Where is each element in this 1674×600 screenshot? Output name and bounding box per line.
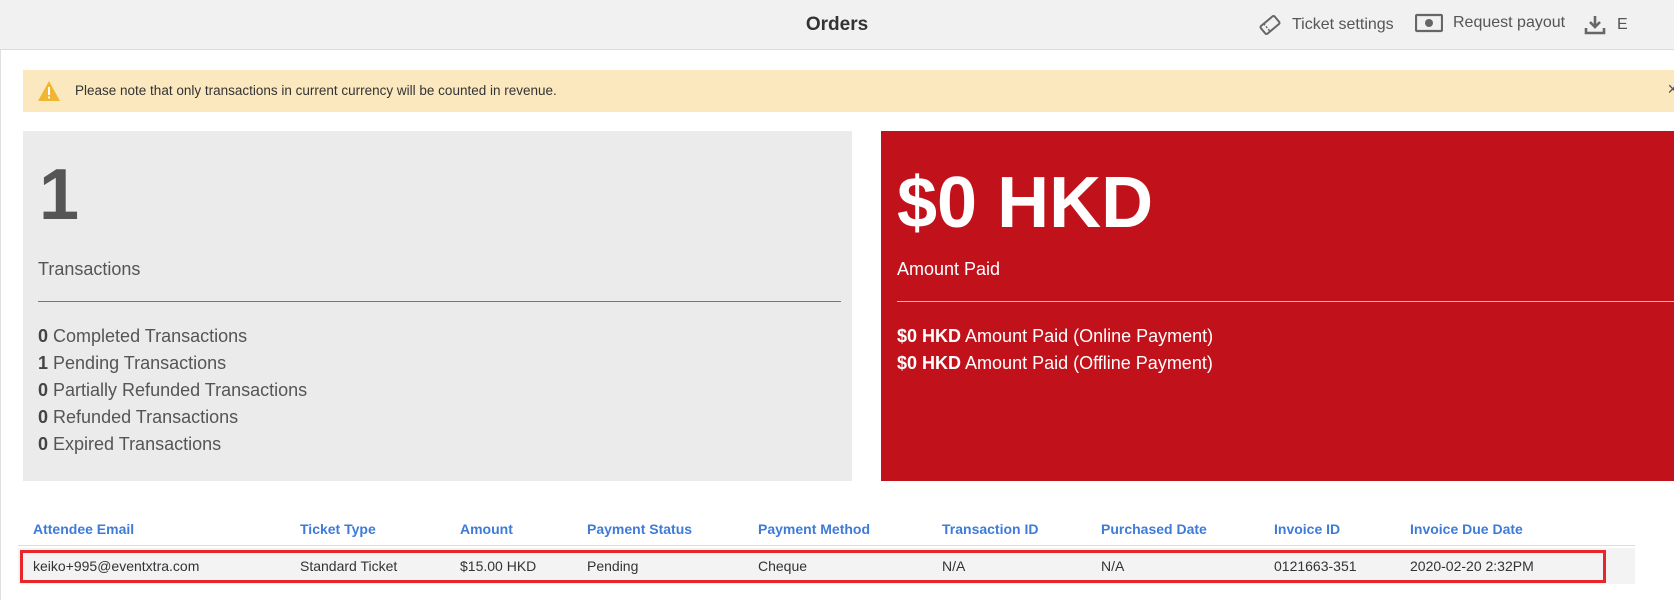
cell-payment-method: Cheque (758, 558, 808, 574)
column-header-transaction-id[interactable]: Transaction ID (942, 521, 1038, 537)
cell-ticket-type: Standard Ticket (300, 558, 398, 574)
column-header-purchased-date[interactable]: Purchased Date (1101, 521, 1207, 537)
partially-refunded-count: 0 (38, 380, 49, 400)
cell-amount: $15.00 HKD (460, 558, 537, 574)
list-item: 0 Expired Transactions (38, 431, 307, 458)
cell-transaction-id: N/A (942, 558, 966, 574)
cell-payment-status: Pending (587, 558, 639, 574)
top-bar: Orders Ticket settings Request payout E (0, 0, 1674, 50)
amount-paid-label: Amount Paid (897, 259, 1001, 279)
pending-label: Pending Transactions (53, 353, 227, 373)
pending-count: 1 (38, 353, 49, 373)
divider (897, 301, 1674, 302)
cell-purchased-date: N/A (1101, 558, 1125, 574)
offline-amount: $0 HKD (897, 353, 962, 373)
column-header-attendee-email[interactable]: Attendee Email (33, 521, 134, 537)
divider (38, 301, 841, 302)
list-item: 0 Partially Refunded Transactions (38, 377, 307, 404)
warning-icon (37, 80, 61, 107)
offline-label: Amount Paid (Offline Payment) (965, 353, 1213, 373)
cell-attendee-email: keiko+995@eventxtra.com (33, 558, 200, 574)
online-amount: $0 HKD (897, 326, 962, 346)
column-header-invoice-id[interactable]: Invoice ID (1274, 521, 1340, 537)
partially-refunded-label: Partially Refunded Transactions (53, 380, 308, 400)
column-header-payment-status[interactable]: Payment Status (587, 521, 692, 537)
column-header-ticket-type[interactable]: Ticket Type (300, 521, 376, 537)
list-item: $0 HKD Amount Paid (Offline Payment) (897, 350, 1213, 377)
online-label: Amount Paid (Online Payment) (965, 326, 1214, 346)
expired-label: Expired Transactions (53, 434, 222, 454)
table-row[interactable]: keiko+995@eventxtra.com Standard Ticket … (18, 548, 1635, 584)
transactions-count: 1 (39, 155, 80, 235)
amount-paid-breakdown: $0 HKD Amount Paid (Online Payment) $0 H… (897, 323, 1213, 377)
download-icon (1583, 13, 1607, 37)
request-payout-button[interactable]: Request payout (1415, 13, 1565, 33)
page-left-border (0, 50, 1, 600)
list-item: $0 HKD Amount Paid (Online Payment) (897, 323, 1213, 350)
transactions-breakdown: 0 Completed Transactions 1 Pending Trans… (38, 323, 307, 458)
table-header: Attendee Email Ticket Type Amount Paymen… (18, 512, 1635, 546)
refunded-count: 0 (38, 407, 49, 427)
close-icon[interactable]: × (1667, 79, 1674, 100)
ticket-settings-button[interactable]: Ticket settings (1258, 13, 1394, 37)
transactions-label: Transactions (38, 259, 141, 279)
column-header-amount[interactable]: Amount (460, 521, 513, 537)
notice-message: Please note that only transactions in cu… (75, 83, 557, 98)
request-payout-label: Request payout (1453, 14, 1566, 31)
list-item: 0 Refunded Transactions (38, 404, 307, 431)
list-item: 1 Pending Transactions (38, 350, 307, 377)
column-header-payment-method[interactable]: Payment Method (758, 521, 870, 537)
currency-notice-banner: Please note that only transactions in cu… (23, 70, 1674, 112)
export-button[interactable]: E (1583, 13, 1628, 37)
amount-paid-total: $0 HKD (897, 163, 1154, 243)
transactions-summary-card: 1 Transactions 0 Completed Transactions … (23, 131, 852, 481)
amount-paid-card: $0 HKD Amount Paid $0 HKD Amount Paid (O… (881, 131, 1674, 481)
expired-count: 0 (38, 434, 49, 454)
money-icon (1415, 13, 1443, 33)
completed-label: Completed Transactions (53, 326, 248, 346)
list-item: 0 Completed Transactions (38, 323, 307, 350)
export-label: E (1617, 16, 1628, 33)
cell-invoice-id: 0121663-351 (1274, 558, 1357, 574)
cell-invoice-due-date: 2020-02-20 2:32PM (1410, 558, 1534, 574)
refunded-label: Refunded Transactions (53, 407, 239, 427)
completed-count: 0 (38, 326, 49, 346)
column-header-invoice-due-date[interactable]: Invoice Due Date (1410, 521, 1523, 537)
ticket-icon (1258, 13, 1282, 37)
ticket-settings-label: Ticket settings (1292, 16, 1394, 33)
